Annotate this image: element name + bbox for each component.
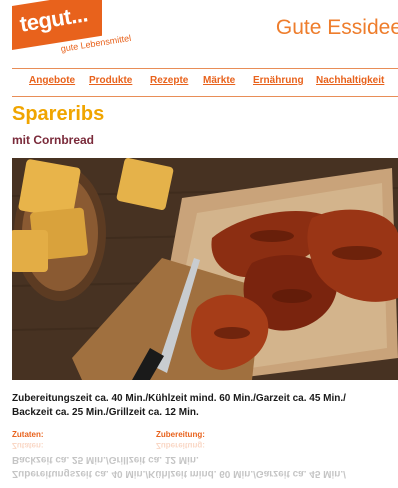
site-slogan: Gute Essidee	[275, 16, 398, 39]
recipe-photo	[10, 158, 398, 380]
reflection-ingredients-label: Zutaten:	[12, 441, 44, 450]
reflection-preparation-label: Zubereitung:	[156, 441, 205, 450]
nav-item-angebote[interactable]: Angebote	[29, 75, 75, 86]
preparation-times: Zubereitungszeit ca. 40 Min./Kühlzeit mi…	[12, 392, 392, 420]
nav-item-ernaehrung[interactable]: Ernährung	[253, 75, 304, 86]
reflection-times-line-1: Zubereitungszeit ca. 40 Min./Kühlzeit mi…	[12, 468, 346, 479]
nav-item-rezepte[interactable]: Rezepte	[150, 75, 188, 86]
nav-item-maerkte[interactable]: Märkte	[203, 75, 235, 86]
times-line-2: Backzeit ca. 25 Min./Grillzeit ca. 12 Mi…	[12, 407, 199, 418]
reflection-times-line-2: Backzeit ca. 25 Min./Grillzeit ca. 12 Mi…	[12, 454, 199, 465]
recipe-subtitle: mit Cornbread	[12, 133, 95, 147]
nav-divider-bottom	[12, 96, 398, 97]
reflection-times: Zubereitungszeit ca. 40 Min./Kühlzeit mi…	[12, 452, 392, 480]
nav-item-nachhaltigkeit[interactable]: Nachhaltigkeit	[316, 75, 384, 86]
recipe-title: Spareribs	[12, 103, 105, 125]
main-nav: Angebote Produkte Rezepte Märkte Ernähru…	[12, 75, 398, 89]
tegut-logo[interactable]: tegut... gute Lebensmittel	[12, 0, 138, 58]
times-line-1: Zubereitungszeit ca. 40 Min./Kühlzeit mi…	[12, 393, 346, 404]
nav-item-produkte[interactable]: Produkte	[89, 75, 132, 86]
nav-divider-top	[12, 68, 398, 69]
page-reflection: Zubereitungszeit ca. 40 Min./Kühlzeit mi…	[0, 438, 398, 488]
